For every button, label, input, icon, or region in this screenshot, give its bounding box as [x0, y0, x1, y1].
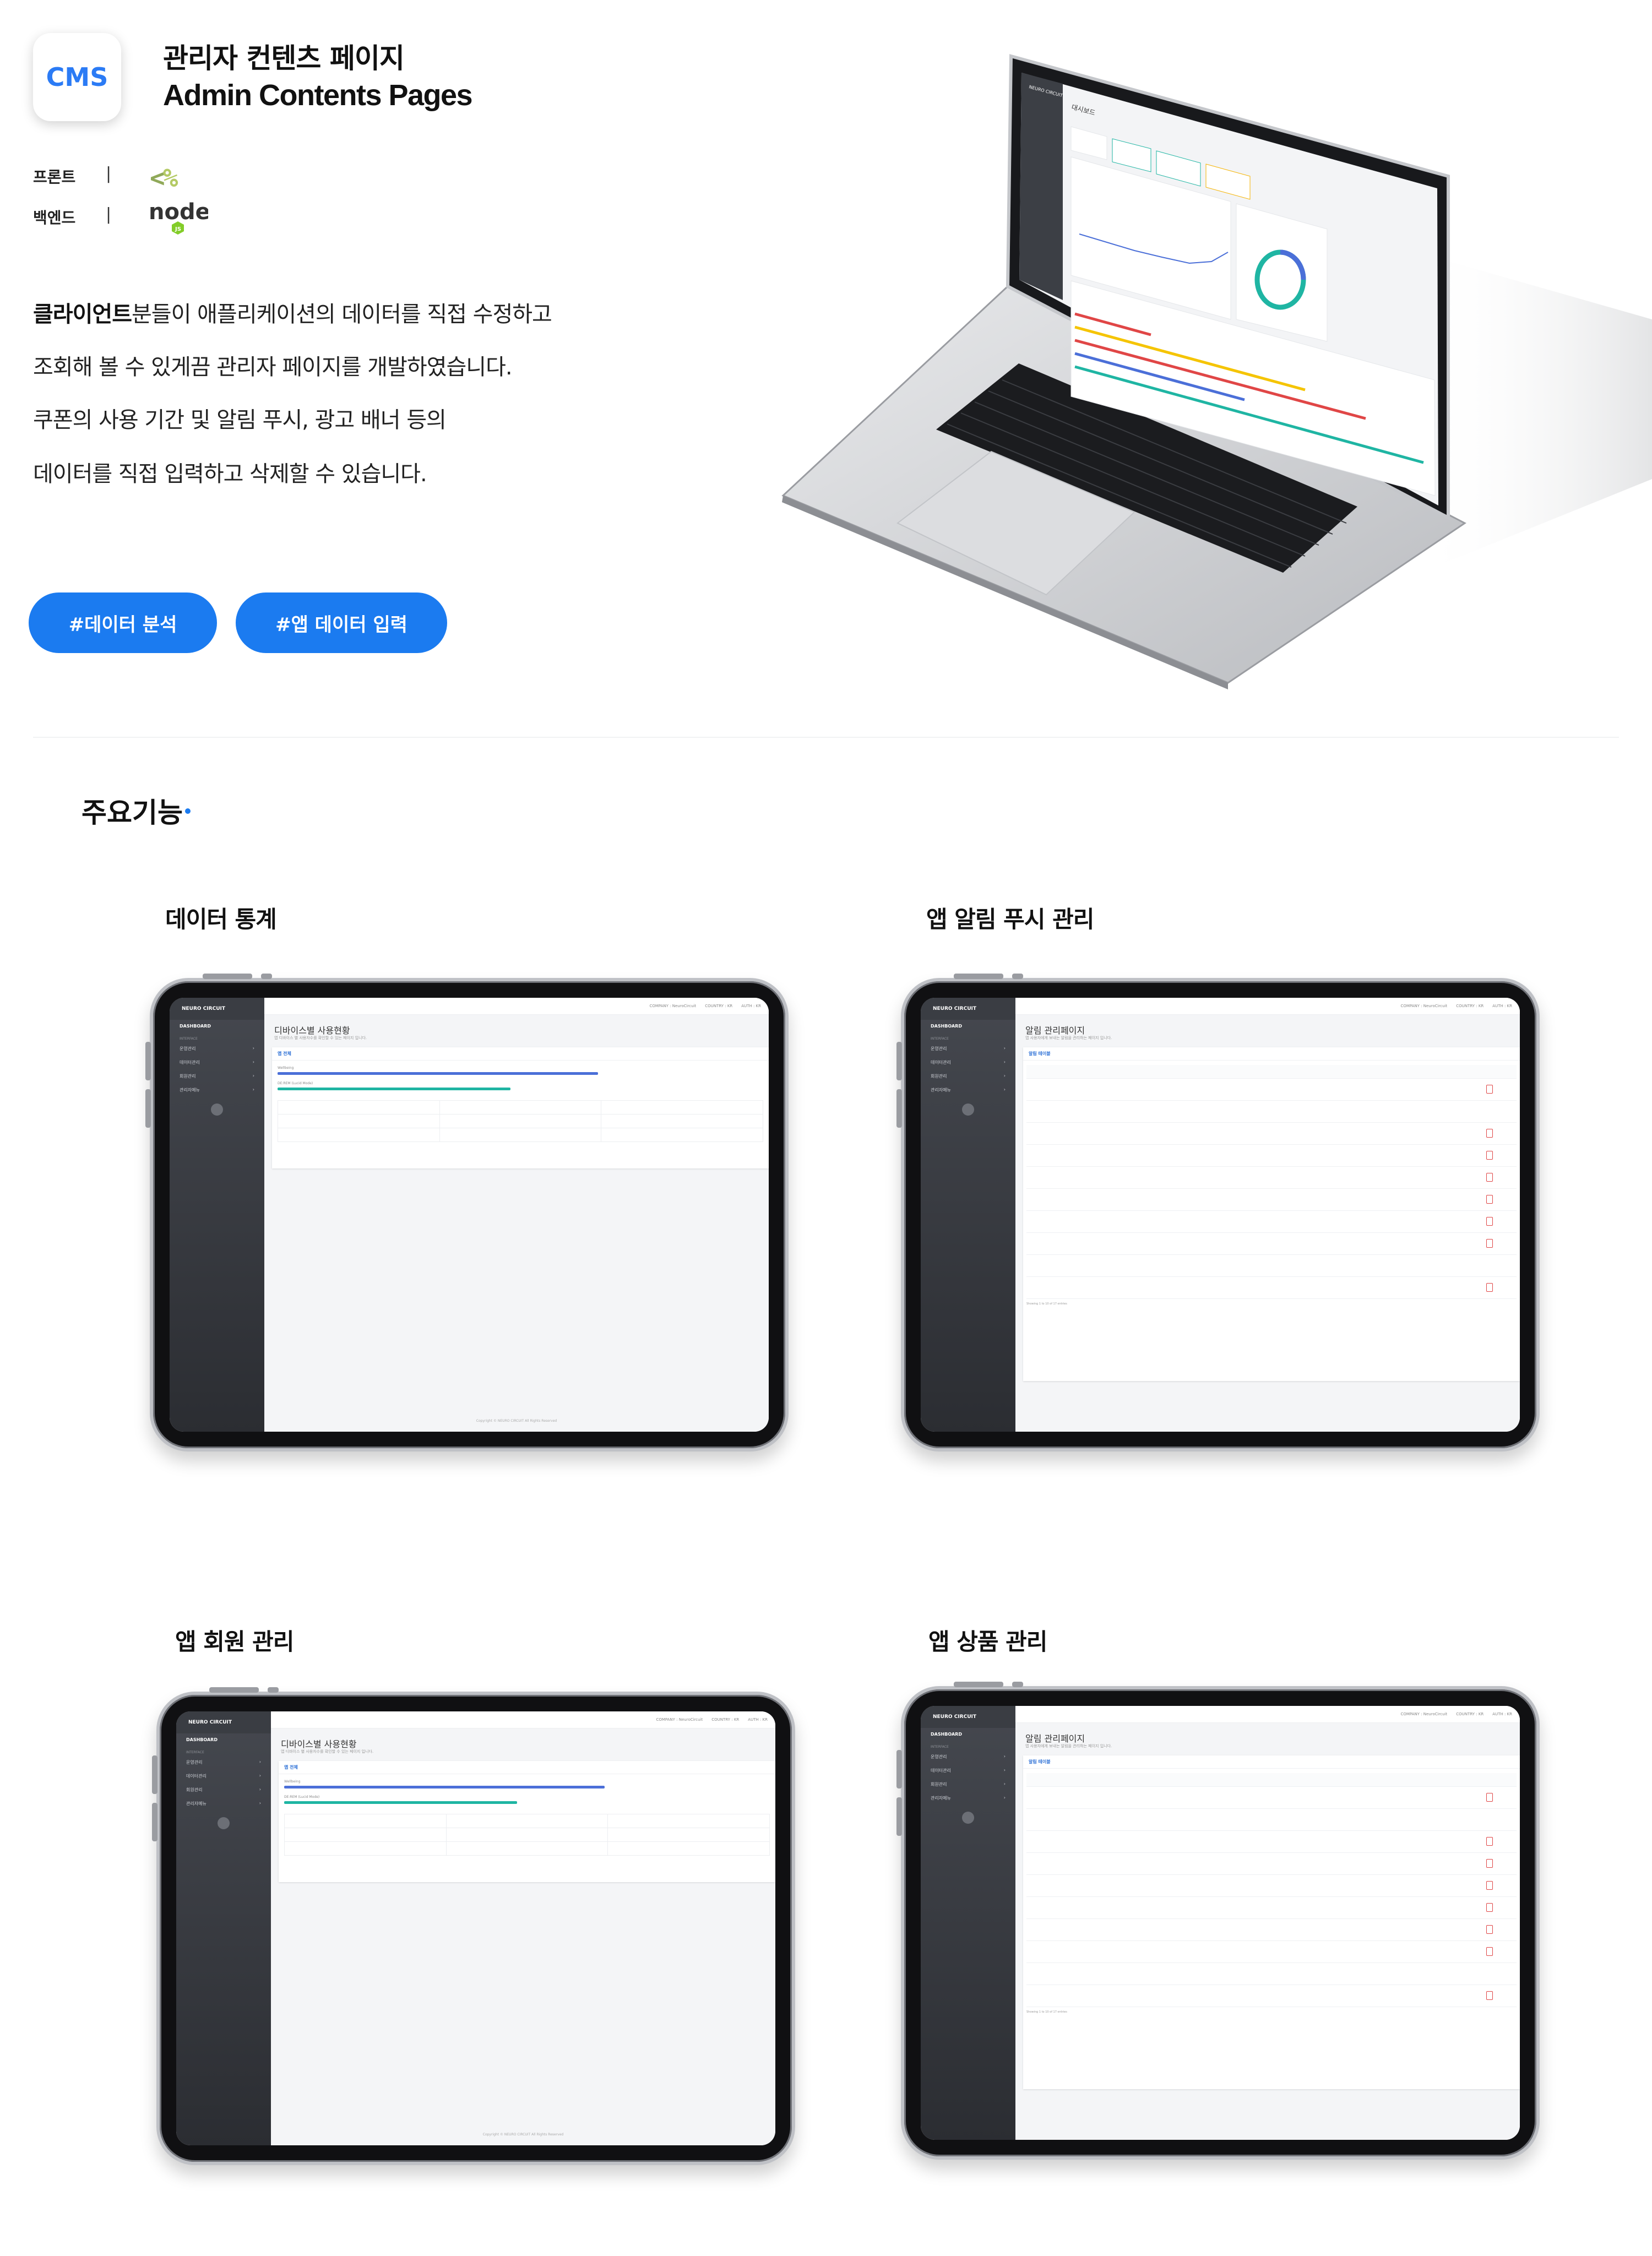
description-line-2: 조회해 볼 수 있게끔 관리자 페이지를 개발하였습니다. [33, 355, 513, 380]
title-dot [185, 808, 191, 814]
sidebar-item[interactable]: 데이터관리 › [921, 1056, 1015, 1069]
sidebar: NEURO CIRCUIT DASHBOARD INTERFACE 운영관리 › … [170, 998, 264, 1432]
sidebar-item[interactable]: 운영관리 › [921, 1750, 1015, 1764]
cms-app-icon: CMS [33, 33, 121, 121]
svg-text:node: node [149, 199, 208, 225]
tag-app-data-input[interactable]: #앱 데이터 입력 [236, 592, 447, 653]
tablet-screen: NEURO CIRCUIT DASHBOARD INTERFACE 운영관리 › … [170, 998, 769, 1432]
description-line-1: 클라이언트분들이 애플리케이션의 데이터를 직접 수정하고 [33, 302, 552, 327]
sidebar-item[interactable]: 관리자메뉴 › [170, 1083, 264, 1097]
sidebar-item[interactable]: 회원관리 › [176, 1783, 271, 1797]
sidebar-item[interactable]: 회원관리 › [921, 1069, 1015, 1083]
tag-data-analysis[interactable]: #데이터 분석 [29, 592, 217, 653]
title-english: Admin Contents Pages [163, 79, 473, 112]
section-divider [33, 737, 1619, 738]
sidebar-item[interactable]: 운영관리 › [170, 1042, 264, 1056]
sidebar-item[interactable]: 운영관리 › [921, 1042, 1015, 1056]
cms-icon-label: CMS [46, 62, 108, 92]
sidebar-item[interactable]: 관리자메뉴 › [176, 1797, 271, 1811]
page-title: 알림 관리페이지 [1025, 1733, 1085, 1744]
stack-label-front: 프론트 [33, 168, 76, 186]
sidebar-item[interactable]: 관리자메뉴 › [921, 1083, 1015, 1097]
description-line-4: 데이터를 직접 입력하고 삭제할 수 있습니다. [33, 461, 427, 487]
tablet-product-mgmt: NEURO CIRCUIT DASHBOARD INTERFACE 운영관리 › … [896, 1682, 1540, 2160]
nodejs-logo-icon: node JS [148, 199, 210, 240]
sidebar-item[interactable]: 데이터관리 › [921, 1764, 1015, 1777]
page-title: 알림 관리페이지 [1025, 1025, 1085, 1036]
sidebar-item[interactable]: 운영관리 › [176, 1755, 271, 1769]
tablet-screen: NEURO CIRCUIT DASHBOARD INTERFACE 운영관리 › … [176, 1711, 775, 2145]
tablet-push-mgmt: NEURO CIRCUIT DASHBOARD INTERFACE 운영관리 › … [896, 974, 1540, 1452]
sidebar-item[interactable]: 데이터관리 › [176, 1769, 271, 1783]
tablet-data-stats: NEURO CIRCUIT DASHBOARD INTERFACE 운영관리 › … [145, 974, 789, 1452]
laptop-mockup: NEURO CIRCUIT 대시보드 [771, 44, 1652, 699]
features-section-title: 주요기능 [81, 797, 183, 829]
sidebar-item[interactable]: 회원관리 › [921, 1777, 1015, 1791]
stack-separator: | [106, 164, 112, 183]
sidebar-item[interactable]: 회원관리 › [170, 1069, 264, 1083]
page-title: 디바이스별 사용현황 [274, 1025, 350, 1036]
svg-text:JS: JS [175, 226, 181, 232]
sidebar-item[interactable]: 데이터관리 › [170, 1056, 264, 1069]
sidebar-toggle-button[interactable] [218, 1817, 230, 1829]
title-korean: 관리자 컨텐츠 페이지 [163, 42, 405, 74]
stack-label-back: 백엔드 [33, 209, 76, 227]
tablet-member-mgmt: NEURO CIRCUIT DASHBOARD INTERFACE 운영관리 › … [152, 1687, 795, 2165]
page-title: 디바이스별 사용현황 [281, 1739, 357, 1749]
feature-title-data-stats: 데이터 통계 [165, 906, 277, 933]
sidebar-toggle-button[interactable] [962, 1812, 974, 1824]
tablet-screen: NEURO CIRCUIT DASHBOARD INTERFACE 운영관리 › … [921, 1706, 1520, 2140]
ejs-logo-icon: <% [150, 163, 178, 193]
sidebar-toggle-button[interactable] [211, 1103, 223, 1116]
sidebar-toggle-button[interactable] [962, 1103, 974, 1116]
description-line-3: 쿠폰의 사용 기간 및 알림 푸시, 광고 배너 등의 [33, 407, 447, 433]
sidebar-item[interactable]: 관리자메뉴 › [921, 1791, 1015, 1805]
feature-title-member-mgmt: 앱 회원 관리 [175, 1628, 294, 1655]
stack-separator: | [106, 205, 112, 224]
feature-title-product-mgmt: 앱 상품 관리 [928, 1628, 1047, 1655]
feature-title-push-mgmt: 앱 알림 푸시 관리 [926, 906, 1094, 933]
tablet-screen: NEURO CIRCUIT DASHBOARD INTERFACE 운영관리 › … [921, 998, 1520, 1432]
